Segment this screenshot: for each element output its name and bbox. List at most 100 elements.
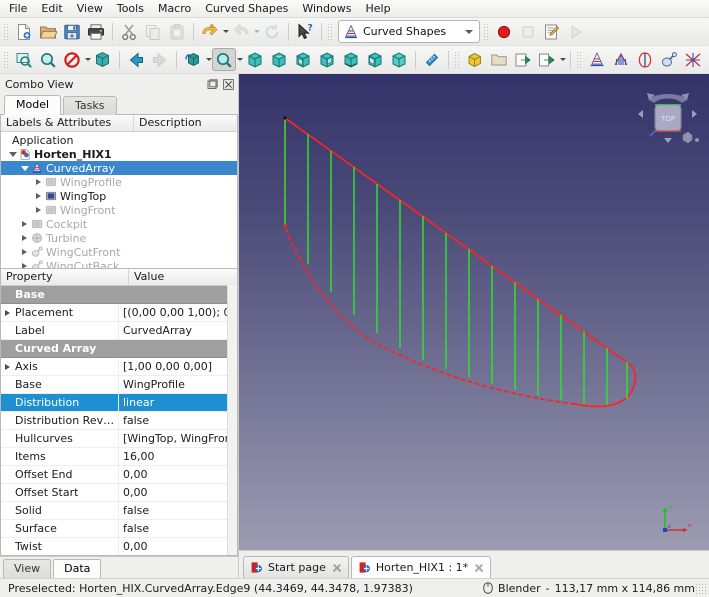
- tree-expander[interactable]: [33, 175, 44, 189]
- property-row-solid[interactable]: Solid false: [1, 502, 237, 520]
- copy-icon[interactable]: [141, 20, 165, 43]
- tree-body[interactable]: Application Horten_HIX1 CurvedArray Wing…: [1, 132, 237, 268]
- view-rear-icon[interactable]: [315, 48, 339, 71]
- toolbar-grip[interactable]: [327, 22, 333, 41]
- tree-item-wingcutback[interactable]: WingCutBack: [1, 259, 237, 268]
- nav-back-icon[interactable]: [124, 48, 148, 71]
- new-document-icon[interactable]: [12, 20, 36, 43]
- tab-data[interactable]: Data: [53, 559, 102, 578]
- property-value[interactable]: 0,00: [119, 466, 237, 483]
- surface-cut-icon[interactable]: [681, 48, 705, 71]
- property-column-value[interactable]: Value: [129, 269, 237, 285]
- document-tab-start-page[interactable]: Start page: [243, 556, 349, 578]
- property-row-twist[interactable]: Twist 0,00: [1, 538, 237, 555]
- property-body[interactable]: Base Placement [(0,00 0,00 1,00); 0,0...…: [1, 286, 237, 555]
- tree-item-horten-hix1[interactable]: Horten_HIX1: [1, 147, 237, 161]
- tree-column-labels[interactable]: Labels & Attributes: [1, 115, 134, 131]
- property-row-distribution-reverse[interactable]: Distribution Reverse false: [1, 412, 237, 430]
- property-value[interactable]: CurvedArray: [119, 322, 237, 339]
- part-box-icon[interactable]: [463, 48, 487, 71]
- property-row-offset-end[interactable]: Offset End 0,00: [1, 466, 237, 484]
- resize-grip[interactable]: [695, 583, 707, 595]
- property-expander[interactable]: [1, 363, 13, 370]
- axonometric-icon[interactable]: [91, 48, 115, 71]
- macro-stop-icon[interactable]: [516, 20, 540, 43]
- isometric-view-icon[interactable]: [181, 48, 205, 71]
- tab-tasks[interactable]: Tasks: [63, 96, 117, 115]
- menu-macro[interactable]: Macro: [151, 1, 198, 17]
- interpolated-middle-icon[interactable]: [633, 48, 657, 71]
- folder-group-icon[interactable]: [487, 48, 511, 71]
- property-row-items[interactable]: Items 16,00: [1, 448, 237, 466]
- view-front-icon[interactable]: [243, 48, 267, 71]
- fit-all-icon[interactable]: [12, 48, 36, 71]
- menu-view[interactable]: View: [70, 1, 110, 17]
- property-value[interactable]: 0,00: [119, 538, 237, 555]
- whats-this-icon[interactable]: ?: [293, 20, 317, 43]
- tree-expander[interactable]: [1, 133, 12, 147]
- property-expander[interactable]: [1, 309, 13, 316]
- view-top-icon[interactable]: [267, 48, 291, 71]
- property-row-base[interactable]: Base WingProfile: [1, 376, 237, 394]
- property-row-label[interactable]: Label CurvedArray: [1, 322, 237, 340]
- redo-icon[interactable]: [229, 20, 253, 43]
- tree-expander[interactable]: [7, 147, 18, 161]
- property-row-placement[interactable]: Placement [(0,00 0,00 1,00); 0,0...: [1, 304, 237, 322]
- property-row-offset-start[interactable]: Offset Start 0,00: [1, 484, 237, 502]
- menu-edit[interactable]: Edit: [34, 1, 69, 17]
- close-icon[interactable]: [221, 77, 235, 91]
- tree-expander[interactable]: [33, 203, 44, 217]
- property-group-curved-array[interactable]: Curved Array: [1, 340, 237, 358]
- macro-record-icon[interactable]: [492, 20, 516, 43]
- toolbar-grip[interactable]: [483, 22, 489, 41]
- tree-expander[interactable]: [19, 161, 30, 175]
- tree-item-curvedarray[interactable]: CurvedArray: [1, 161, 237, 175]
- menu-file[interactable]: File: [2, 1, 34, 17]
- view-right-icon[interactable]: [291, 48, 315, 71]
- property-column-property[interactable]: Property: [1, 269, 129, 285]
- measure-icon[interactable]: [420, 48, 444, 71]
- property-value[interactable]: 0,00: [119, 484, 237, 501]
- tree-item-wingtop[interactable]: WingTop: [1, 189, 237, 203]
- fit-selection-icon[interactable]: [36, 48, 60, 71]
- open-document-icon[interactable]: [36, 20, 60, 43]
- navigation-style-label[interactable]: Blender: [498, 582, 541, 595]
- menu-tools[interactable]: Tools: [110, 1, 151, 17]
- toolbar-grip[interactable]: [3, 22, 9, 41]
- tree-item-application[interactable]: Application: [1, 133, 237, 147]
- sublink-icon[interactable]: [657, 48, 681, 71]
- draw-style-icon[interactable]: [60, 48, 84, 71]
- property-value[interactable]: [1,00 0,00 0,00]: [119, 358, 237, 375]
- menu-help[interactable]: Help: [358, 1, 397, 17]
- refresh-icon[interactable]: [260, 20, 284, 43]
- property-row-surface[interactable]: Surface false: [1, 520, 237, 538]
- curved-array-icon[interactable]: [585, 48, 609, 71]
- property-value[interactable]: [WingTop, WingFront]: [119, 430, 237, 447]
- property-scrollbar[interactable]: [227, 285, 237, 555]
- workbench-selector[interactable]: Curved Shapes: [338, 20, 480, 43]
- link-array-dropdown-arrow-icon[interactable]: [560, 58, 566, 61]
- 3d-viewport[interactable]: TOP y x z: [239, 74, 709, 550]
- chevron-down-icon[interactable]: [465, 29, 473, 34]
- tree-item-wingcutfront[interactable]: WingCutFront: [1, 245, 237, 259]
- document-tab-horten-hix1[interactable]: Horten_HIX1 : 1*: [350, 556, 492, 578]
- property-value[interactable]: false: [119, 520, 237, 537]
- zoom-box-icon[interactable]: [212, 48, 236, 71]
- property-value[interactable]: [(0,00 0,00 1,00); 0,0...: [119, 304, 237, 321]
- view-bottom-icon[interactable]: [339, 48, 363, 71]
- menu-curved-shapes[interactable]: Curved Shapes: [198, 1, 295, 17]
- tree-column-description[interactable]: Description: [134, 115, 237, 131]
- print-icon[interactable]: [84, 20, 108, 43]
- view-axo-icon[interactable]: [387, 48, 411, 71]
- save-document-icon[interactable]: [60, 20, 84, 43]
- property-value[interactable]: false: [119, 502, 237, 519]
- link-make-icon[interactable]: [511, 48, 535, 71]
- property-row-distribution[interactable]: Distribution linear: [1, 394, 237, 412]
- tab-model[interactable]: Model: [4, 95, 62, 115]
- property-value[interactable]: 16,00: [119, 448, 237, 465]
- tree-item-cockpit[interactable]: Cockpit: [1, 217, 237, 231]
- menu-windows[interactable]: Windows: [295, 1, 358, 17]
- undo-icon[interactable]: [198, 20, 222, 43]
- tab-view[interactable]: View: [3, 559, 52, 578]
- link-array-icon[interactable]: [535, 48, 559, 71]
